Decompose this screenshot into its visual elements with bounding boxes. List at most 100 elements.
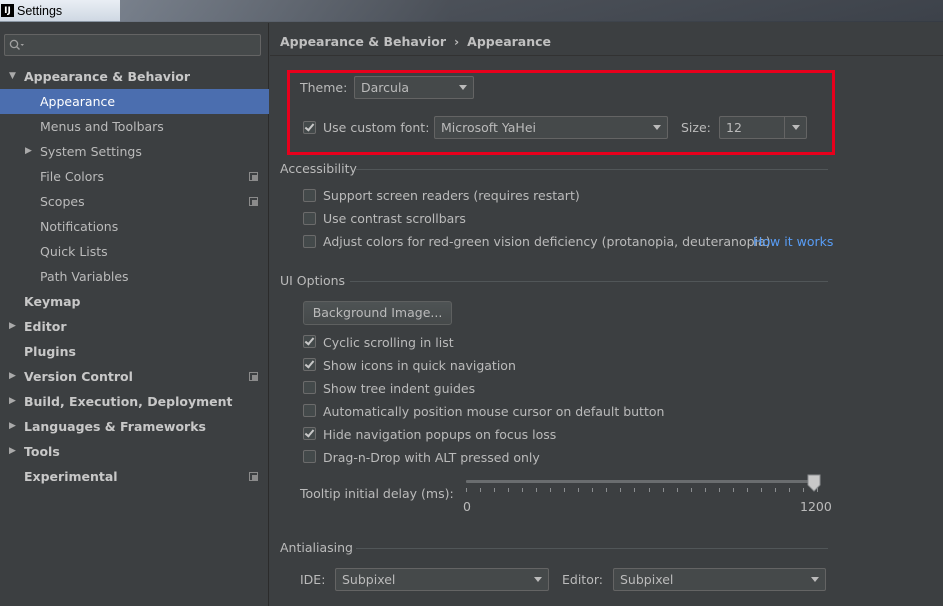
ide-antialiasing-dropdown[interactable]: Subpixel (335, 568, 549, 591)
sidebar-item-appearance-behavior[interactable]: ▼ Appearance & Behavior (0, 64, 269, 89)
section-divider (350, 281, 828, 282)
editor-antialiasing-label: Editor: (562, 572, 603, 587)
intellij-icon: IJ (1, 4, 14, 17)
hide-nav-popups-checkbox[interactable] (303, 427, 316, 440)
chevron-right-icon[interactable]: ▶ (25, 139, 35, 164)
sidebar-item-label: Scopes (40, 194, 85, 209)
sidebar-item-menus-toolbars[interactable]: Menus and Toolbars (0, 114, 269, 139)
breadcrumb: Appearance & Behavior › Appearance (280, 34, 551, 49)
slider-ticks (466, 488, 818, 492)
breadcrumb-current: Appearance (467, 34, 552, 49)
sidebar-item-label: Appearance & Behavior (24, 69, 190, 84)
project-level-icon (249, 197, 258, 206)
section-divider (356, 169, 828, 170)
sidebar-item-editor[interactable]: ▶ Editor (0, 314, 269, 339)
chevron-down-icon (811, 577, 819, 582)
chevron-right-icon[interactable]: ▶ (9, 314, 19, 339)
breadcrumb-separator: › (454, 34, 460, 49)
tree-indent-guides-label[interactable]: Show tree indent guides (323, 381, 475, 396)
slider-min-label: 0 (463, 499, 471, 514)
screen-readers-label[interactable]: Support screen readers (requires restart… (323, 188, 580, 203)
sidebar-item-experimental[interactable]: Experimental (0, 464, 269, 489)
sidebar-item-label: Plugins (24, 344, 76, 359)
sidebar-item-appearance[interactable]: Appearance (0, 89, 269, 114)
sidebar-item-plugins[interactable]: Plugins (0, 339, 269, 364)
project-level-icon (249, 472, 258, 481)
sidebar-item-label: Build, Execution, Deployment (24, 394, 233, 409)
sidebar-item-keymap[interactable]: Keymap (0, 289, 269, 314)
sidebar-item-scopes[interactable]: Scopes (0, 189, 269, 214)
slider-thumb[interactable] (807, 474, 821, 492)
checkmark-icon (304, 427, 315, 438)
sidebar-item-label: File Colors (40, 169, 105, 184)
sidebar-item-tools[interactable]: ▶ Tools (0, 439, 269, 464)
contrast-scrollbars-label[interactable]: Use contrast scrollbars (323, 211, 466, 226)
chevron-down-icon[interactable]: ▼ (9, 64, 19, 89)
sidebar-item-notifications[interactable]: Notifications (0, 214, 269, 239)
sidebar-item-label: Tools (24, 444, 60, 459)
checkmark-icon (304, 335, 315, 346)
chevron-down-icon (534, 577, 542, 582)
chevron-right-icon[interactable]: ▶ (9, 414, 19, 439)
ide-antialiasing-label: IDE: (300, 572, 326, 587)
sidebar-item-label: Path Variables (40, 269, 129, 284)
sidebar-item-system-settings[interactable]: ▶ System Settings (0, 139, 269, 164)
sidebar-item-label: Notifications (40, 219, 119, 234)
sidebar-item-label: Experimental (24, 469, 118, 484)
checkmark-icon (304, 358, 315, 369)
color-deficiency-label[interactable]: Adjust colors for red-green vision defic… (323, 234, 771, 249)
chevron-right-icon[interactable]: ▶ (9, 389, 19, 414)
section-divider (356, 548, 828, 549)
annotation-highlight-box (287, 70, 835, 155)
settings-tree: ▼ Appearance & Behavior Appearance Menus… (0, 64, 269, 489)
sidebar-item-version-control[interactable]: ▶ Version Control (0, 364, 269, 389)
sidebar-item-path-variables[interactable]: Path Variables (0, 264, 269, 289)
drag-drop-alt-label[interactable]: Drag-n-Drop with ALT pressed only (323, 450, 540, 465)
breadcrumb-divider (270, 55, 943, 56)
cyclic-scrolling-checkbox[interactable] (303, 335, 316, 348)
ide-antialiasing-value: Subpixel (342, 572, 396, 587)
sidebar-item-label: Editor (24, 319, 67, 334)
auto-position-cursor-label[interactable]: Automatically position mouse cursor on d… (323, 404, 664, 419)
sidebar-item-label: Quick Lists (40, 244, 108, 259)
tooltip-delay-label: Tooltip initial delay (ms): (300, 486, 454, 501)
sidebar-item-quick-lists[interactable]: Quick Lists (0, 239, 269, 264)
title-bar-glass (120, 0, 943, 22)
chevron-right-icon[interactable]: ▶ (9, 439, 19, 464)
editor-antialiasing-value: Subpixel (620, 572, 674, 587)
quick-nav-icons-label[interactable]: Show icons in quick navigation (323, 358, 516, 373)
accessibility-section-title: Accessibility (280, 161, 357, 176)
hide-nav-popups-label[interactable]: Hide navigation popups on focus loss (323, 427, 556, 442)
slider-max-label: 1200 (800, 499, 832, 514)
settings-sidebar: ▼ Appearance & Behavior Appearance Menus… (0, 23, 269, 606)
search-icon (9, 39, 24, 50)
sidebar-item-file-colors[interactable]: File Colors (0, 164, 269, 189)
sidebar-item-build-execution-deployment[interactable]: ▶ Build, Execution, Deployment (0, 389, 269, 414)
sidebar-item-label: Appearance (40, 94, 116, 109)
how-it-works-link[interactable]: How it works (753, 234, 833, 249)
cyclic-scrolling-label[interactable]: Cyclic scrolling in list (323, 335, 454, 350)
title-bar: IJ Settings (0, 0, 943, 22)
quick-nav-icons-checkbox[interactable] (303, 358, 316, 371)
sidebar-item-label: Menus and Toolbars (40, 119, 164, 134)
background-image-button[interactable]: Background Image... (303, 301, 452, 325)
chevron-right-icon[interactable]: ▶ (9, 364, 19, 389)
slider-track[interactable] (466, 480, 818, 483)
search-input[interactable] (4, 34, 261, 56)
auto-position-cursor-checkbox[interactable] (303, 404, 316, 417)
project-level-icon (249, 372, 258, 381)
breadcrumb-parent[interactable]: Appearance & Behavior (280, 34, 446, 49)
color-deficiency-checkbox[interactable] (303, 235, 316, 248)
screen-readers-checkbox[interactable] (303, 189, 316, 202)
sidebar-item-label: Version Control (24, 369, 133, 384)
sidebar-item-languages-frameworks[interactable]: ▶ Languages & Frameworks (0, 414, 269, 439)
sidebar-item-label: Keymap (24, 294, 81, 309)
window-title: Settings (17, 3, 63, 18)
sidebar-item-label: System Settings (40, 144, 142, 159)
contrast-scrollbars-checkbox[interactable] (303, 212, 316, 225)
editor-antialiasing-dropdown[interactable]: Subpixel (613, 568, 826, 591)
tree-indent-guides-checkbox[interactable] (303, 381, 316, 394)
antialiasing-section-title: Antialiasing (280, 540, 353, 555)
drag-drop-alt-checkbox[interactable] (303, 450, 316, 463)
project-level-icon (249, 172, 258, 181)
